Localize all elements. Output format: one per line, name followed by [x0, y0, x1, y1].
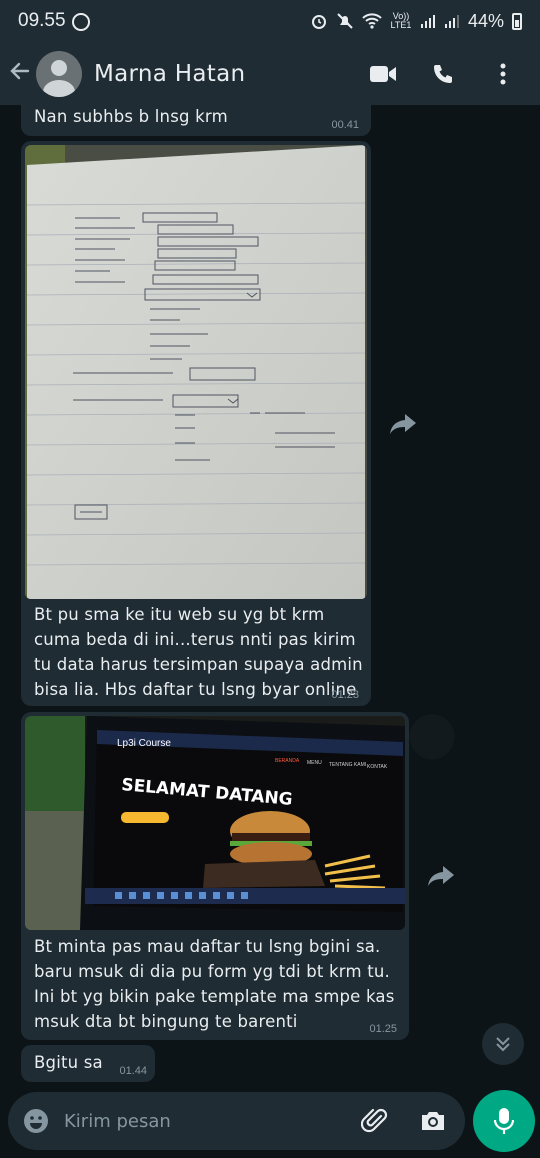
- image-message-bubble[interactable]: Bt pu sma ke itu web su yg bt krm cuma b…: [21, 141, 371, 706]
- camera-icon[interactable]: [419, 1109, 447, 1133]
- image-caption: Bt pu sma ke itu web su yg bt krm cuma b…: [34, 605, 363, 699]
- sketch-photo: [25, 145, 367, 599]
- image-caption: Bt minta pas mau daftar tu lsng bgini sa…: [34, 937, 395, 1031]
- message-photo[interactable]: [25, 145, 367, 599]
- network-label: Vo)) LTE1: [390, 11, 412, 30]
- microphone-icon: [493, 1108, 515, 1134]
- message-time: 00.41: [331, 119, 359, 131]
- message-input[interactable]: Kirim pesan: [64, 1111, 171, 1132]
- message-composer: Kirim pesan: [8, 1092, 465, 1150]
- image-message-bubble[interactable]: Lp3i Course BERANDA MENU TENTANG KAMI KO…: [21, 712, 409, 1040]
- message-photo[interactable]: Lp3i Course BERANDA MENU TENTANG KAMI KO…: [25, 716, 405, 930]
- screen-nav-item: BERANDA: [275, 758, 300, 764]
- laptop-screen-photo: Lp3i Course BERANDA MENU TENTANG KAMI KO…: [25, 716, 405, 930]
- signal-icon-2: [444, 15, 459, 28]
- chat-header: Marna Hatan: [0, 42, 540, 105]
- voice-record-button[interactable]: [473, 1090, 535, 1152]
- contact-name[interactable]: Marna Hatan: [94, 61, 245, 87]
- whatsapp-notification-icon: [71, 13, 90, 31]
- more-options-icon[interactable]: [488, 59, 518, 89]
- status-bar: 09.55 Vo)) LTE1 44%: [0, 0, 540, 42]
- message-text: Nan subhbs b lnsg krm: [34, 107, 228, 126]
- message-bubble[interactable]: Bgitu sa 01.44: [21, 1045, 155, 1082]
- mute-icon: [337, 13, 353, 29]
- back-arrow-icon[interactable]: [0, 57, 34, 90]
- screen-nav-item: KONTAK: [367, 764, 388, 770]
- message-bubble[interactable]: Nan subhbs b lnsg krm 00.41: [21, 100, 371, 136]
- scroll-to-bottom-button[interactable]: [482, 1023, 524, 1065]
- double-chevron-down-icon: [496, 1037, 510, 1052]
- screen-nav-item: MENU: [307, 760, 322, 766]
- battery-icon: [512, 12, 522, 30]
- forward-icon[interactable]: [423, 858, 459, 894]
- signal-icon: [420, 15, 435, 28]
- attach-icon[interactable]: [361, 1107, 389, 1135]
- message-time: 01.25: [369, 1023, 397, 1035]
- screen-nav-item: TENTANG KAMI: [329, 762, 366, 768]
- message-text: Bgitu sa: [34, 1053, 103, 1072]
- battery-level: 44%: [467, 10, 504, 31]
- alarm-icon: [311, 15, 326, 29]
- voice-call-icon[interactable]: [428, 59, 458, 89]
- video-call-icon[interactable]: [368, 59, 398, 89]
- status-time: 09.55: [18, 10, 66, 31]
- wifi-icon: [362, 13, 382, 29]
- forward-icon[interactable]: [385, 406, 421, 442]
- message-time: 01.23: [331, 689, 359, 701]
- screen-brand: Lp3i Course: [117, 738, 171, 749]
- contact-avatar[interactable]: [36, 50, 82, 97]
- emoji-icon[interactable]: [22, 1107, 50, 1135]
- message-time: 01.44: [119, 1065, 147, 1077]
